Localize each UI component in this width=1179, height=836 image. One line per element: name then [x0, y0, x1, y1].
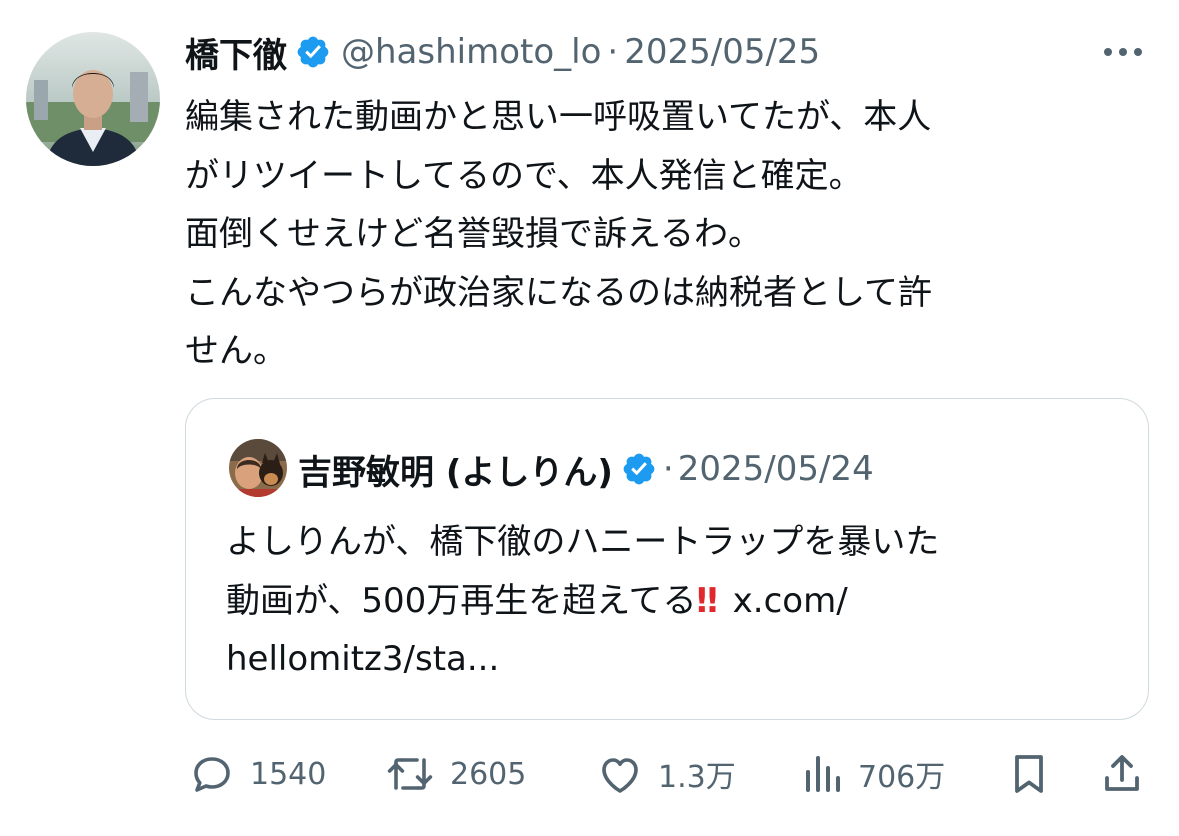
tweet-text-line: 編集された動画かと思い一呼吸置いてたが、本人: [185, 97, 932, 137]
author-avatar[interactable]: [26, 32, 160, 166]
views-chart-icon: [800, 750, 844, 798]
retweet-count: 2605: [450, 756, 527, 792]
bookmark-icon: [1005, 750, 1053, 798]
quoted-text-segment: 動画が、500万再生を超えてる: [226, 580, 697, 621]
tweet-text: 編集された動画かと思い一呼吸置いてたが、本人 がリツイートしてるので、本人発信と…: [185, 88, 1145, 381]
quoted-tweet-date[interactable]: 2025/05/24: [678, 449, 874, 489]
tweet-text-line: がリツイートしてるので、本人発信と確定。: [185, 155, 863, 196]
heart-icon: [596, 750, 644, 798]
verified-badge-icon: [621, 451, 657, 487]
retweet-button[interactable]: 2605: [384, 744, 526, 804]
verified-badge-icon: [295, 34, 331, 70]
tweet-header: 橋下徹 @hashimoto_lo · 2025/05/25: [185, 24, 820, 80]
tweet-actions-bar: 1540 2605 1.3万 706万: [0, 744, 1179, 804]
reply-icon: [188, 750, 236, 798]
tweet[interactable]: 橋下徹 @hashimoto_lo · 2025/05/25 編集された動画かと…: [0, 0, 1179, 836]
like-button[interactable]: 1.3万: [596, 744, 736, 804]
tweet-text-line: せん。: [185, 331, 287, 371]
bookmark-button[interactable]: [1005, 744, 1053, 804]
tweet-text-line: こんなやつらが政治家になるのは納税者として許: [185, 272, 932, 313]
separator-dot: ·: [607, 32, 619, 72]
tweet-date[interactable]: 2025/05/25: [624, 32, 820, 72]
author-handle[interactable]: @hashimoto_lo: [341, 32, 601, 72]
quoted-tweet-header: 吉野敏明 (よしりん) · 2025/05/24: [298, 441, 874, 497]
quoted-text-line: よしりんが、橋下徹のハニートラップを暴いた: [226, 522, 940, 562]
views-button[interactable]: 706万: [800, 744, 945, 804]
quoted-author-avatar[interactable]: [229, 439, 287, 497]
author-display-name[interactable]: 橋下徹: [185, 28, 287, 77]
double-exclamation-emoji: ‼: [696, 580, 718, 621]
quoted-tweet-text: よしりんが、橋下徹のハニートラップを暴いた 動画が、500万再生を超えてる‼ x…: [226, 513, 1126, 689]
quoted-text-line[interactable]: hellomitz3/sta...: [226, 630, 1126, 689]
quoted-link[interactable]: x.com/: [733, 581, 848, 621]
views-count: 706万: [858, 760, 946, 795]
more-horizontal-icon[interactable]: [1098, 34, 1148, 70]
retweet-icon: [384, 750, 436, 798]
quoted-author-display-name[interactable]: 吉野敏明 (よしりん): [298, 445, 613, 494]
share-button[interactable]: [1098, 744, 1146, 804]
tweet-text-line: 面倒くせえけど名誉毀損で訴えるわ。: [185, 214, 762, 254]
reply-button[interactable]: 1540: [188, 744, 326, 804]
reply-count: 1540: [250, 756, 327, 792]
separator-dot: ·: [662, 449, 674, 489]
quoted-tweet-card[interactable]: 吉野敏明 (よしりん) · 2025/05/24 よしりんが、橋下徹のハニートラ…: [185, 398, 1149, 720]
share-icon: [1098, 750, 1146, 798]
like-count: 1.3万: [658, 760, 736, 795]
quoted-text-line: 動画が、500万再生を超えてる‼ x.com/: [226, 572, 1126, 631]
